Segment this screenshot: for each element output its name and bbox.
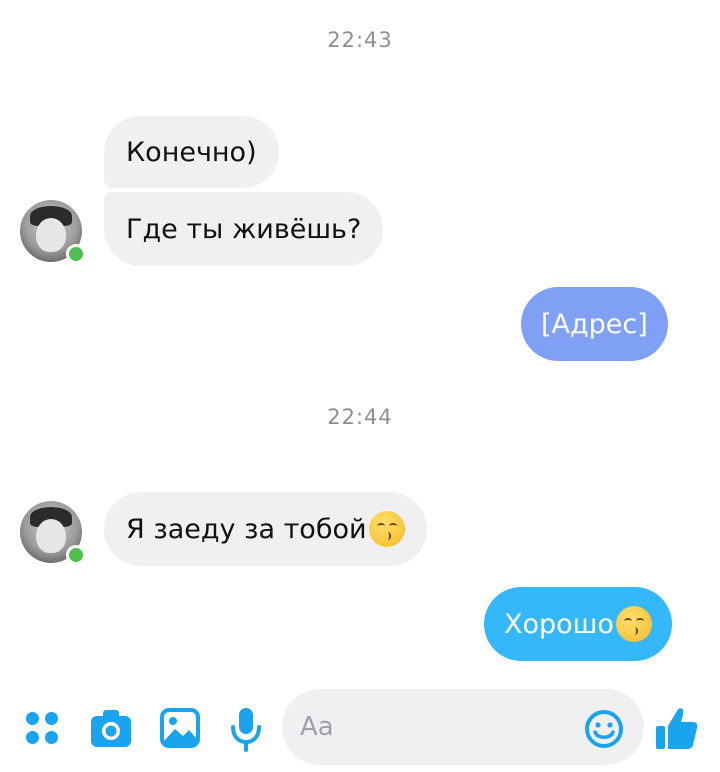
message-text: Хорошо <box>504 608 614 640</box>
message-bubble-outgoing[interactable]: [Адрес] <box>521 287 668 361</box>
emoji-icon[interactable] <box>584 709 624 749</box>
message-input[interactable] <box>300 712 570 742</box>
message-text: Конечно) <box>126 136 257 168</box>
message-bubble-incoming[interactable]: Я заеду за тобой <box>104 492 427 566</box>
apps-icon[interactable] <box>26 712 60 746</box>
message-bubble-incoming[interactable]: Конечно) <box>104 116 279 188</box>
contact-avatar[interactable] <box>20 501 86 565</box>
online-status-indicator <box>66 545 86 565</box>
message-text: [Адрес] <box>541 308 648 340</box>
message-bubble-incoming[interactable]: Где ты живёшь? <box>104 192 384 266</box>
timestamp: 22:43 <box>327 28 393 52</box>
avatar-face <box>36 519 66 553</box>
message-text: Где ты живёшь? <box>126 213 362 245</box>
microphone-icon[interactable] <box>230 706 262 752</box>
image-icon[interactable] <box>160 708 200 748</box>
avatar-face <box>36 218 66 252</box>
message-text: Я заеду за тобой <box>126 513 367 545</box>
timestamp: 22:44 <box>327 405 393 429</box>
contact-avatar[interactable] <box>20 200 86 264</box>
camera-icon[interactable] <box>90 709 132 749</box>
kissing-face-emoji-icon <box>368 511 405 547</box>
thumbs-up-icon[interactable] <box>655 705 699 751</box>
online-status-indicator <box>66 244 86 264</box>
message-bubble-outgoing[interactable]: Хорошо <box>484 587 672 661</box>
kissing-face-emoji-icon <box>615 606 652 642</box>
